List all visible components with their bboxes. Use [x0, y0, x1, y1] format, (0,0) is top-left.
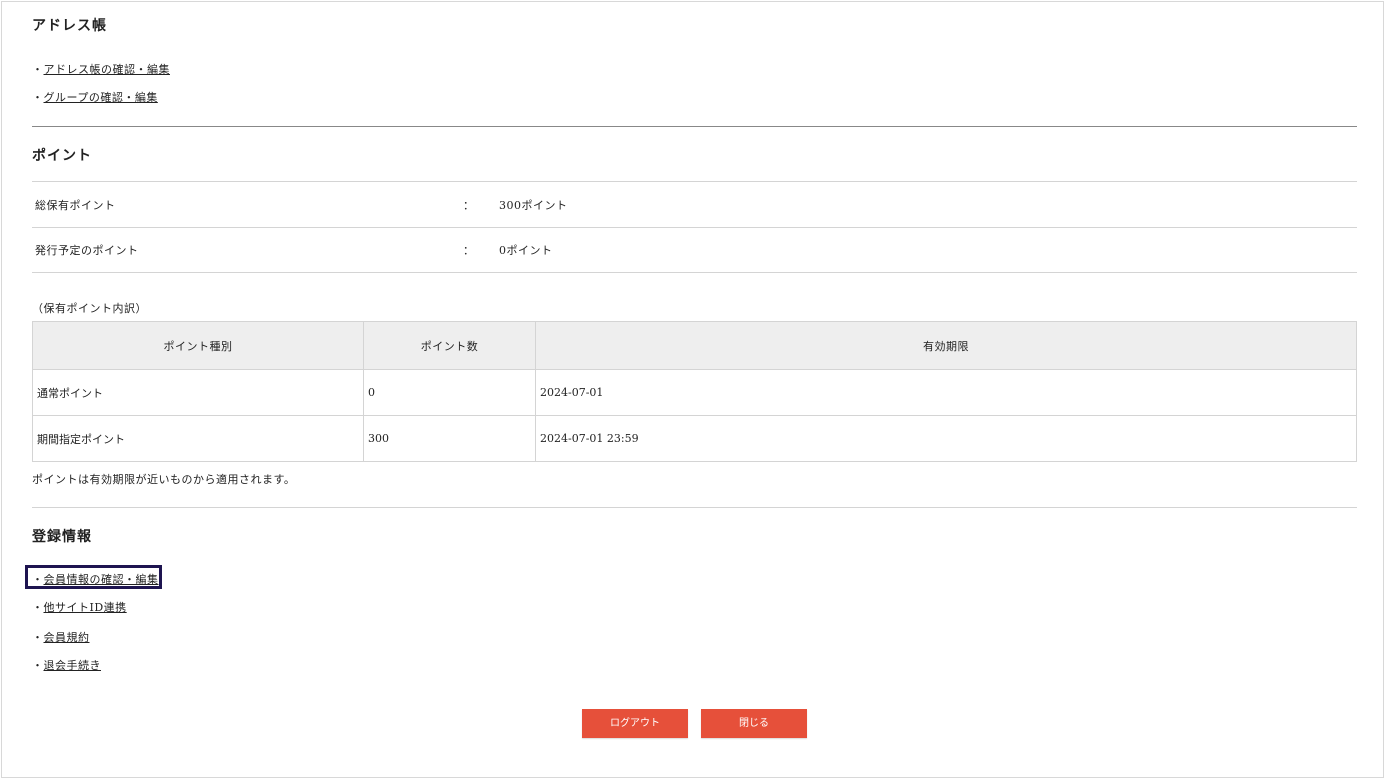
- total-points-colon: ：: [463, 199, 474, 212]
- points-usage-note: ポイントは有効期限が近いものから適用されます。: [32, 473, 296, 486]
- table-row: 期間指定ポイント 300 2024-07-01 23:59: [32, 415, 1357, 462]
- col-header-point-count: ポイント数: [363, 321, 536, 370]
- bullet: ・: [32, 63, 44, 76]
- bullet: ・: [32, 91, 44, 104]
- row-divider: [32, 272, 1357, 273]
- pending-points-label: 発行予定のポイント: [35, 244, 139, 257]
- expiry-cell: 2024-07-01 23:59: [535, 415, 1357, 462]
- col-header-expiry: 有効期限: [535, 321, 1357, 370]
- point-type-cell: 期間指定ポイント: [32, 415, 364, 462]
- withdrawal-item: ・退会手続き: [32, 657, 101, 673]
- total-points-value: 300ポイント: [499, 199, 568, 212]
- address-book-edit-link[interactable]: アドレス帳の確認・編集: [44, 63, 171, 76]
- other-site-id-link[interactable]: 他サイトID連携: [44, 601, 127, 614]
- bullet: ・: [32, 631, 44, 644]
- section-divider: [32, 507, 1357, 508]
- breakdown-caption: （保有ポイント内訳）: [32, 302, 147, 315]
- points-breakdown-table: ポイント種別 ポイント数 有効期限 通常ポイント 0 2024-07-01 期間…: [32, 321, 1357, 462]
- logout-button[interactable]: ログアウト: [582, 709, 688, 738]
- section-divider: [32, 126, 1357, 127]
- other-site-id-item: ・他サイトID連携: [32, 599, 127, 615]
- row-divider: [32, 181, 1357, 182]
- member-terms-link[interactable]: 会員規約: [44, 631, 90, 644]
- address-book-edit-item: ・アドレス帳の確認・編集: [32, 61, 170, 77]
- address-book-heading: アドレス帳: [32, 18, 107, 34]
- table-row: 通常ポイント 0 2024-07-01: [32, 369, 1357, 416]
- row-divider: [32, 227, 1357, 228]
- point-count-cell: 300: [363, 415, 536, 462]
- total-points-label: 総保有ポイント: [35, 199, 116, 212]
- group-edit-link[interactable]: グループの確認・編集: [44, 91, 158, 104]
- bullet: ・: [32, 573, 44, 586]
- pending-points-colon: ：: [463, 244, 474, 257]
- member-info-edit-link[interactable]: 会員情報の確認・編集: [44, 573, 159, 586]
- points-heading: ポイント: [32, 148, 92, 164]
- bullet: ・: [32, 601, 44, 614]
- registration-heading: 登録情報: [32, 529, 92, 545]
- close-button[interactable]: 閉じる: [701, 709, 807, 738]
- expiry-cell: 2024-07-01: [535, 369, 1357, 416]
- group-edit-item: ・グループの確認・編集: [32, 89, 158, 105]
- col-header-point-type: ポイント種別: [32, 321, 364, 370]
- member-info-item: ・会員情報の確認・編集: [32, 571, 159, 587]
- bullet: ・: [32, 659, 44, 672]
- point-count-cell: 0: [363, 369, 536, 416]
- pending-points-value: 0ポイント: [499, 244, 553, 257]
- table-header-row: ポイント種別 ポイント数 有効期限: [32, 321, 1357, 370]
- point-type-cell: 通常ポイント: [32, 369, 364, 416]
- member-terms-item: ・会員規約: [32, 629, 90, 645]
- withdrawal-link[interactable]: 退会手続き: [44, 659, 102, 672]
